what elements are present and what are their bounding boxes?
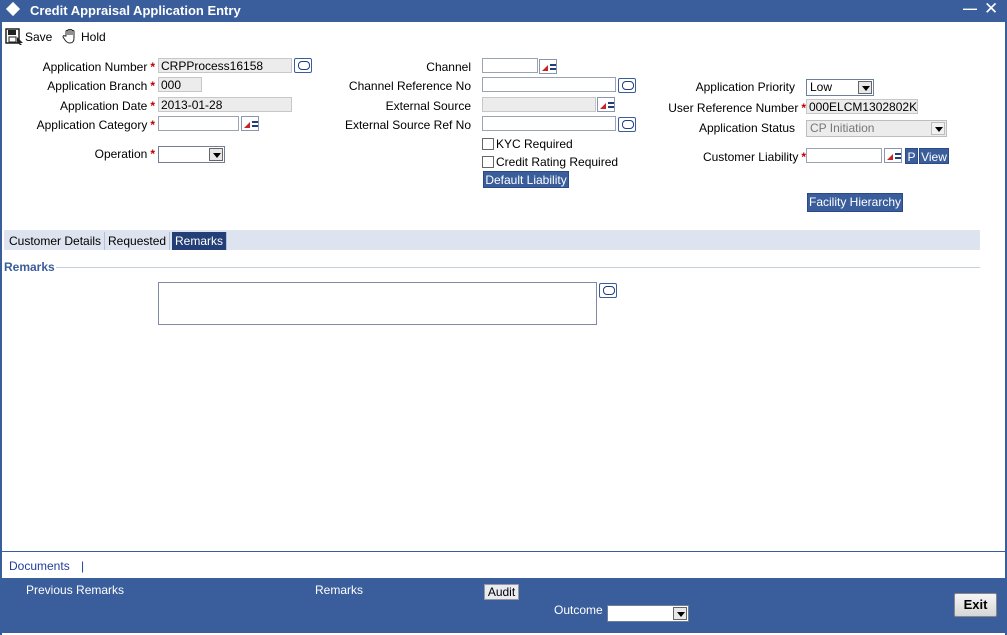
user-reference-number-label: User Reference Number * (668, 101, 806, 115)
minimize-button[interactable]: — (963, 0, 977, 16)
kyc-checkbox-box[interactable] (482, 138, 494, 150)
external-source-field[interactable] (482, 97, 596, 112)
customer-liability-lov-button[interactable] (884, 148, 902, 163)
lov-icon (244, 122, 250, 128)
app-diamond-icon (5, 1, 21, 17)
application-number-label: Application Number * (42, 60, 155, 74)
remarks-bubble-icon (298, 61, 310, 70)
outcome-label: Outcome (554, 603, 603, 617)
credit-rating-checkbox-box[interactable] (482, 156, 494, 168)
dropdown-arrow-icon (673, 607, 687, 620)
remarks-section-title: Remarks (4, 260, 55, 274)
hold-label: Hold (81, 29, 106, 44)
application-branch-field[interactable]: 000 (158, 77, 202, 92)
hold-icon (62, 29, 75, 44)
application-status-label: Application Status (698, 121, 795, 135)
dropdown-arrow-icon (858, 81, 872, 94)
dropdown-arrow-icon (931, 122, 945, 135)
channel-field[interactable] (482, 58, 538, 73)
credit-rating-required-label: Credit Rating Required (496, 155, 619, 169)
documents-links: Documents | (9, 559, 84, 573)
channel-reference-no-label: Channel Reference No (348, 79, 471, 93)
lov-icon (542, 65, 548, 71)
operation-label: Operation * (94, 147, 155, 161)
application-category-field[interactable] (158, 116, 239, 131)
toolbar: Save Hold (2, 24, 1005, 48)
external-source-ref-no-label: External Source Ref No (344, 118, 471, 132)
save-button[interactable]: Save (5, 28, 52, 45)
footer-remarks-label: Remarks (315, 583, 364, 597)
tab-remarks[interactable]: Remarks (172, 232, 228, 250)
customer-liability-label: Customer Liability * (702, 150, 806, 164)
lov-icon (887, 154, 893, 160)
user-reference-number-field[interactable]: 000ELCM1302802KH (806, 99, 918, 114)
external-source-ref-no-field[interactable] (482, 116, 616, 131)
remarks-bubble-icon (603, 286, 615, 295)
remarks-expand-button[interactable] (599, 283, 617, 298)
lov-icon (600, 103, 606, 109)
close-button[interactable]: ✕ (984, 0, 998, 19)
window-titlebar: Credit Appraisal Application Entry — ✕ (0, 0, 1007, 22)
save-icon (5, 28, 23, 45)
application-branch-label: Application Branch * (47, 79, 155, 93)
application-category-lov-button[interactable] (241, 116, 259, 131)
default-liability-button[interactable]: Default Liability (483, 171, 569, 188)
channel-lov-button[interactable] (539, 59, 557, 74)
channel-reference-no-field[interactable] (482, 77, 616, 92)
channel-reference-remarks-button[interactable] (618, 78, 636, 93)
kyc-required-checkbox[interactable]: KYC Required (482, 137, 573, 151)
previous-remarks-label: Previous Remarks (26, 583, 125, 597)
bottom-separator (2, 551, 1005, 552)
remarks-bubble-icon (622, 81, 634, 90)
application-number-field[interactable]: CRPProcess16158 (158, 58, 292, 73)
link-separator: | (81, 559, 85, 573)
external-source-ref-remarks-button[interactable] (618, 117, 636, 132)
external-source-lov-button[interactable] (597, 97, 615, 112)
application-status-select[interactable]: CP Initiation (806, 120, 947, 137)
outcome-select[interactable] (607, 605, 689, 622)
customer-liability-p-button[interactable]: P (905, 148, 918, 164)
audit-button[interactable]: Audit (484, 584, 519, 600)
tab-requested[interactable]: Requested (105, 232, 171, 250)
window-title: Credit Appraisal Application Entry (30, 3, 241, 18)
window-frame-left (0, 22, 2, 635)
application-priority-select[interactable]: Low (806, 79, 874, 96)
kyc-required-label: KYC Required (496, 137, 573, 151)
application-priority-label: Application Priority (695, 80, 795, 94)
customer-liability-view-button[interactable]: View (919, 148, 949, 164)
application-category-label: Application Category * (36, 118, 155, 132)
section-divider (56, 267, 980, 268)
customer-liability-field[interactable] (806, 148, 882, 163)
footer-bar: Previous Remarks Remarks Audit Outcome E… (2, 578, 1005, 633)
application-date-label: Application Date * (59, 99, 155, 113)
operation-select[interactable] (158, 146, 225, 163)
application-number-remarks-button[interactable] (294, 58, 312, 73)
tab-customer-details[interactable]: Customer Details (6, 232, 106, 250)
external-source-label: External Source (385, 99, 471, 113)
documents-link[interactable]: Documents (9, 559, 70, 573)
tab-strip: Customer Details Requested Remarks (4, 230, 980, 250)
facility-hierarchy-button[interactable]: Facility Hierarchy (807, 193, 903, 212)
dropdown-arrow-icon (209, 148, 223, 161)
channel-label: Channel (426, 60, 471, 74)
exit-button[interactable]: Exit (954, 593, 997, 617)
save-label: Save (25, 29, 53, 44)
remarks-bubble-icon (622, 120, 634, 129)
remarks-textarea[interactable] (158, 282, 597, 325)
application-date-field[interactable]: 2013-01-28 (158, 97, 292, 112)
credit-rating-required-checkbox[interactable]: Credit Rating Required (482, 155, 618, 169)
hold-button[interactable]: Hold (61, 28, 106, 45)
